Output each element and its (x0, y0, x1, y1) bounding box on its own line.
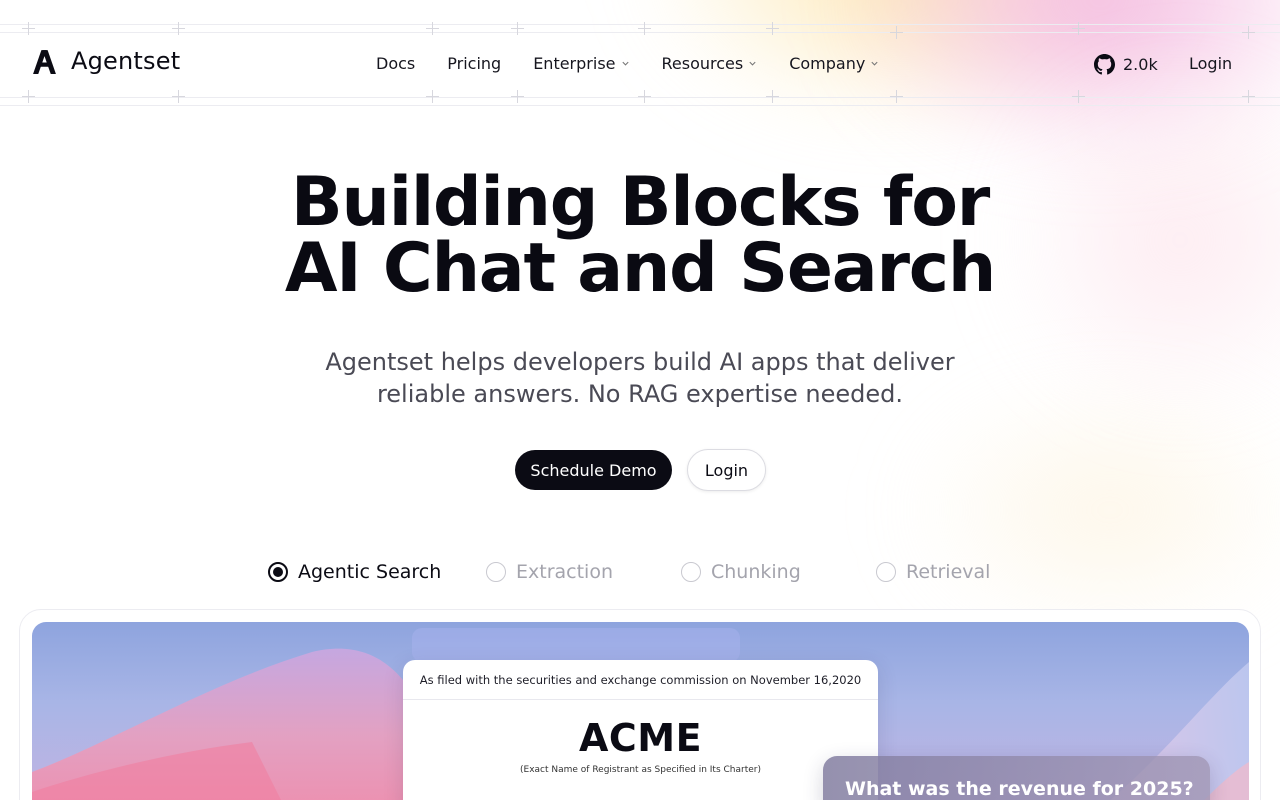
hero-title-line: Building Blocks for (290, 163, 990, 242)
tab-agentic-search[interactable]: Agentic Search (268, 561, 441, 583)
nav-item-label: Resources (661, 54, 744, 73)
chat-question-text: What was the revenue for 2025? (845, 778, 1194, 800)
grid-plus (638, 22, 651, 35)
tab-chunking[interactable]: Chunking (681, 561, 801, 583)
decor-glow (900, 380, 1280, 640)
grid-plus (22, 90, 35, 103)
hero-subtitle-line: reliable answers. No RAG expertise neede… (376, 380, 904, 408)
radio-empty-icon (486, 562, 506, 582)
grid-plus (172, 90, 185, 103)
github-stars-link[interactable]: 2.0k (1094, 54, 1158, 75)
tab-label: Retrieval (906, 561, 991, 583)
chevron-down-icon (621, 61, 629, 66)
grid-plus (511, 22, 524, 35)
hero-subtitle: Agentset helps developers build AI apps … (0, 346, 1280, 410)
main-nav: Docs Pricing Enterprise Resources Compan… (376, 54, 879, 73)
radio-empty-icon (876, 562, 896, 582)
document-preview-card: As filed with the securities and exchang… (403, 660, 878, 800)
nav-item-company[interactable]: Company (789, 54, 879, 73)
grid-plus (172, 22, 185, 35)
schedule-demo-button[interactable]: Schedule Demo (515, 450, 672, 490)
grid-plus (426, 22, 439, 35)
grid-plus (426, 90, 439, 103)
hero-title-line: AI Chat and Search (284, 229, 996, 308)
tab-label: Extraction (516, 561, 613, 583)
radio-selected-icon (268, 562, 288, 582)
grid-plus (1072, 22, 1085, 35)
tab-label: Agentic Search (298, 561, 442, 583)
chevron-down-icon (871, 61, 878, 66)
nav-item-docs[interactable]: Docs (376, 54, 415, 73)
header-grid-line (0, 105, 1280, 106)
github-stars-count: 2.0k (1123, 55, 1158, 74)
radio-empty-icon (681, 562, 701, 582)
document-company-name: ACME (578, 716, 703, 760)
document-divider (403, 699, 878, 700)
nav-item-label: Pricing (447, 54, 502, 73)
tab-retrieval[interactable]: Retrieval (876, 561, 990, 583)
grid-plus (22, 22, 35, 35)
page: Agentset Docs Pricing Enterprise Resourc… (0, 0, 1280, 800)
nav-item-label: Docs (376, 54, 416, 73)
grid-plus (766, 22, 779, 35)
grid-plus (766, 90, 779, 103)
grid-plus (890, 90, 903, 103)
nav-item-enterprise[interactable]: Enterprise (533, 54, 629, 73)
header-login-link[interactable]: Login (1189, 54, 1232, 73)
nav-item-pricing[interactable]: Pricing (447, 54, 501, 73)
nav-item-label: Company (789, 54, 866, 73)
nav-item-label: Enterprise (533, 54, 616, 73)
hero-subtitle-line: Agentset helps developers build AI apps … (325, 348, 955, 376)
grid-plus (638, 90, 651, 103)
document-caption: (Exact Name of Registrant as Specified i… (520, 765, 761, 775)
tab-extraction[interactable]: Extraction (486, 561, 613, 583)
grid-plus (1242, 90, 1255, 103)
chevron-down-icon (749, 61, 756, 66)
grid-plus (1242, 26, 1255, 39)
brand-name: Agentset (71, 47, 181, 75)
brand-logo-link[interactable]: Agentset (31, 47, 180, 75)
hero-login-button[interactable]: Login (687, 449, 766, 491)
document-shadow-card (412, 628, 740, 662)
nav-item-resources[interactable]: Resources (662, 54, 758, 73)
grid-plus (511, 90, 524, 103)
grid-plus (890, 26, 903, 39)
grid-plus (1072, 90, 1085, 103)
agentset-logo-icon (33, 49, 56, 74)
hero-title: Building Blocks for AI Chat and Search (0, 163, 1280, 308)
github-icon (1094, 54, 1115, 75)
tab-label: Chunking (711, 561, 801, 583)
chat-question-bubble: What was the revenue for 2025? (823, 756, 1210, 800)
document-filed-note: As filed with the securities and exchang… (419, 673, 862, 687)
